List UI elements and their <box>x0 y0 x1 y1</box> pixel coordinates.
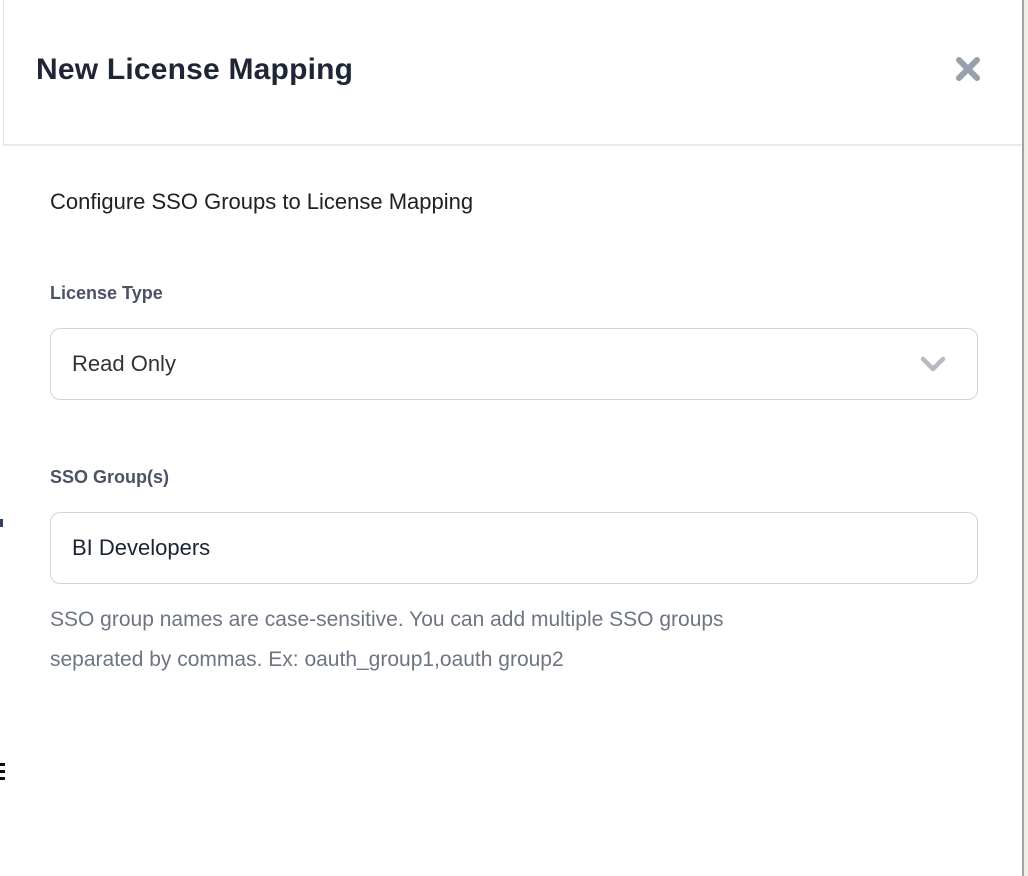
sso-groups-help-text: SSO group names are case-sensitive. You … <box>50 600 976 680</box>
modal-left-border <box>3 0 4 146</box>
page-right-border <box>1022 0 1024 876</box>
help-text-line: SSO group names are case-sensitive. You … <box>50 600 976 640</box>
clipped-background-mark <box>0 519 3 527</box>
page-background: New License Mapping Configure SSO Groups… <box>0 0 1028 876</box>
chevron-down-icon <box>919 355 947 373</box>
close-button[interactable] <box>951 52 985 86</box>
license-type-field-group: License Type Read Only <box>50 282 976 400</box>
modal-body: Configure SSO Groups to License Mapping … <box>3 146 1023 680</box>
clipped-menu-icon <box>0 763 5 784</box>
modal-subtitle: Configure SSO Groups to License Mapping <box>50 188 976 216</box>
close-icon <box>953 54 983 84</box>
sso-groups-field-group: SSO Group(s) SSO group names are case-se… <box>50 466 976 680</box>
license-type-label: License Type <box>50 282 976 304</box>
modal-title: New License Mapping <box>36 52 983 88</box>
sso-groups-label: SSO Group(s) <box>50 466 976 488</box>
help-text-line: separated by commas. Ex: oauth_group1,oa… <box>50 640 976 680</box>
sso-groups-input[interactable] <box>50 512 978 584</box>
modal-header: New License Mapping <box>3 0 1023 146</box>
new-license-mapping-modal: New License Mapping Configure SSO Groups… <box>3 0 1023 876</box>
license-type-selected-value: Read Only <box>72 351 176 377</box>
license-type-select[interactable]: Read Only <box>50 328 978 400</box>
